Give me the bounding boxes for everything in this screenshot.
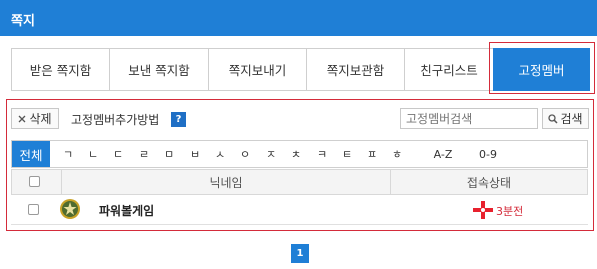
- filter-item[interactable]: ㅅ: [212, 141, 228, 167]
- page-1-button[interactable]: 1: [291, 244, 309, 263]
- filter-item[interactable]: ㅊ: [288, 141, 304, 167]
- search-button[interactable]: 검색: [542, 108, 589, 129]
- connection-status: 3분전: [496, 205, 524, 218]
- tab-compose-label: 쪽지보내기: [228, 63, 287, 78]
- close-icon: [18, 112, 26, 126]
- initial-filter-bar: 전체 ㄱ ㄴ ㄷ ㄹ ㅁ ㅂ ㅅ ㅇ ㅈ ㅊ ㅋ ㅌ ㅍ ㅎ A-Z 0-9: [11, 140, 588, 168]
- row-checkbox[interactable]: [28, 204, 39, 215]
- filter-item[interactable]: A-Z: [429, 141, 457, 167]
- active-tab-highlight: [489, 42, 595, 94]
- military-rank-badge-icon: [59, 198, 81, 223]
- filter-all[interactable]: 전체: [12, 141, 50, 167]
- filter-item[interactable]: 0-9: [474, 141, 502, 167]
- filter-item[interactable]: ㅂ: [187, 141, 203, 167]
- search-button-label: 검색: [560, 112, 583, 126]
- table-header: 닉네임 접속상태: [11, 169, 588, 195]
- filter-item[interactable]: ㅋ: [314, 141, 330, 167]
- red-cross-status-icon: [473, 201, 493, 222]
- page-title: 쪽지: [11, 14, 35, 29]
- filter-item[interactable]: ㄱ: [60, 141, 76, 167]
- filter-item[interactable]: ㄹ: [136, 141, 152, 167]
- select-all-checkbox[interactable]: [29, 176, 40, 187]
- tab-sent-label: 보낸 쪽지함: [128, 63, 190, 78]
- table-row: 파워볼게임 3분전: [11, 195, 588, 225]
- tab-received-label: 받은 쪽지함: [29, 63, 92, 78]
- tab-archive-label: 쪽지보관함: [326, 63, 385, 78]
- filter-item[interactable]: ㅇ: [237, 141, 253, 167]
- column-header-status: 접속상태: [466, 175, 512, 190]
- filter-item[interactable]: ㅎ: [389, 141, 405, 167]
- delete-button[interactable]: 삭제: [11, 108, 59, 129]
- filter-item[interactable]: ㅁ: [161, 141, 177, 167]
- filter-item[interactable]: ㄷ: [110, 141, 126, 167]
- search-input[interactable]: [400, 108, 538, 129]
- title-bar: 쪽지: [0, 0, 597, 36]
- tab-friends-label: 친구리스트: [420, 63, 478, 78]
- filter-item[interactable]: ㅈ: [263, 141, 279, 167]
- help-icon[interactable]: ?: [171, 112, 186, 127]
- delete-button-label: 삭제: [29, 112, 52, 126]
- search-icon: [548, 113, 558, 124]
- tab-compose[interactable]: 쪽지보내기: [208, 48, 307, 91]
- add-method-link[interactable]: 고정멤버추가방법: [71, 111, 159, 128]
- tab-friends[interactable]: 친구리스트: [404, 48, 494, 91]
- member-nickname[interactable]: 파워볼게임: [99, 202, 154, 219]
- column-header-nickname: 닉네임: [209, 175, 243, 190]
- filter-item[interactable]: ㅌ: [339, 141, 355, 167]
- tab-sent[interactable]: 보낸 쪽지함: [109, 48, 209, 91]
- filter-item[interactable]: ㄴ: [85, 141, 101, 167]
- tab-archive[interactable]: 쪽지보관함: [306, 48, 405, 91]
- filter-item[interactable]: ㅍ: [364, 141, 380, 167]
- tab-received[interactable]: 받은 쪽지함: [11, 48, 110, 91]
